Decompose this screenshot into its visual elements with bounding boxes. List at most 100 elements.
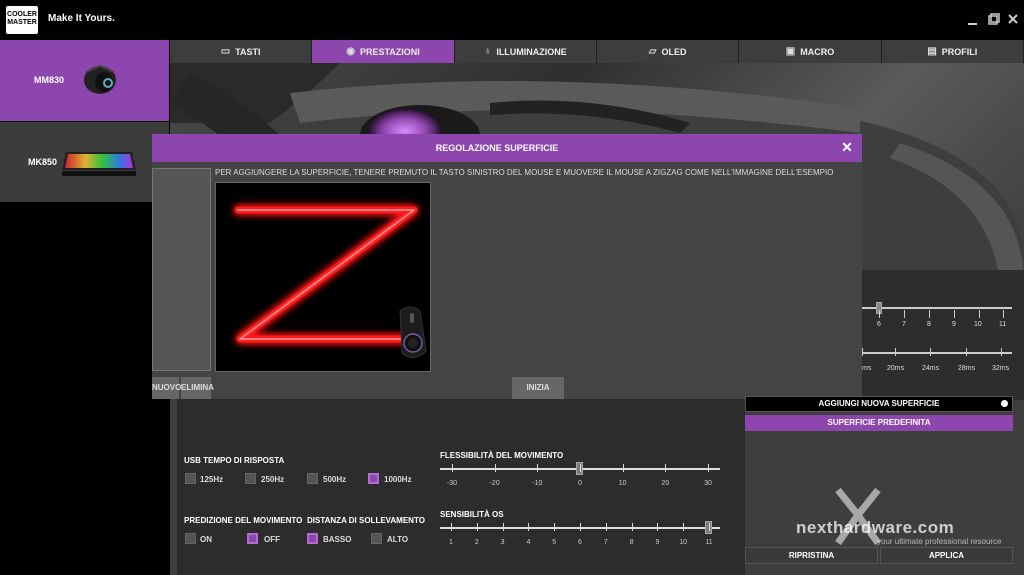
movement-flex-tick (537, 464, 539, 472)
movement-flex-tick (665, 464, 667, 472)
motion-prediction-label: PREDIZIONE DEL MOVIMENTO (184, 516, 303, 525)
tab-profili[interactable]: ▤ PROFILI (881, 40, 1024, 63)
movement-flex-tick (708, 464, 709, 472)
tick (1001, 348, 1002, 356)
checkbox-250hz[interactable] (245, 473, 256, 484)
lift-distance-label: DISTANZA DI SOLLEVAMENTO (307, 516, 425, 525)
right-slider-track[interactable] (862, 352, 1012, 354)
close-icon[interactable] (1006, 12, 1020, 26)
device-label: MK850 (28, 157, 58, 167)
add-surface-button[interactable]: AGGIUNGI NUOVA SUPERFICIE (745, 396, 1013, 412)
title-bar: COOLER MASTER Make It Yours. (0, 0, 1024, 40)
delete-surface-button[interactable]: ELIMINA (181, 377, 214, 399)
surface-calibration-dialog: REGOLAZIONE SUPERFICIE ✕ PER AGGIUNGERE … (152, 134, 862, 399)
tick-label: 9 (952, 321, 956, 328)
tab-label: PROFILI (941, 46, 978, 57)
os-sensitivity-tick (554, 523, 556, 531)
movement-flex-tick-label: 0 (578, 480, 582, 487)
tab-prestazioni[interactable]: ◉ PRESTAZIONI (312, 40, 455, 63)
tick-label: 8 (927, 321, 931, 328)
tick (979, 310, 980, 318)
tick (904, 310, 905, 318)
tick-label: 20ms (887, 365, 905, 372)
movement-flex-tick (452, 464, 453, 472)
checkbox-basso[interactable] (307, 533, 318, 544)
device-item-mk850[interactable]: MK850 (0, 122, 169, 202)
tick-label: ms (862, 365, 872, 372)
nexthardware-watermark: nexthardware.com your ultimate professio… (790, 485, 1015, 546)
movement-flex-tick-label: -30 (446, 480, 458, 487)
dialog-title: REGOLAZIONE SUPERFICIE (435, 143, 559, 153)
tick-label: 10 (974, 321, 982, 328)
performance-settings-panel: USB TEMPO DI RISPOSTA 125Hz 250Hz 500Hz … (177, 399, 745, 575)
add-icon (1001, 400, 1008, 407)
os-sensitivity-tick (476, 523, 478, 531)
movement-flex-tick (622, 464, 624, 472)
checkbox-off[interactable] (247, 533, 258, 544)
add-surface-label: AGGIUNGI NUOVA SUPERFICIE (818, 399, 940, 408)
checkbox-125hz[interactable] (185, 473, 196, 484)
option-label: 250Hz (261, 475, 285, 484)
tick-label: 24ms (922, 365, 940, 372)
movement-flex-tick-label: 30 (704, 480, 712, 487)
apply-button[interactable]: APPLICA (880, 547, 1013, 564)
os-sensitivity-tick (605, 523, 607, 531)
tab-macro[interactable]: ▣ MACRO (739, 40, 882, 63)
default-surface-button[interactable]: SUPERFICIE PREDEFINITA (745, 415, 1013, 431)
checkbox-alto[interactable] (371, 533, 382, 544)
os-sensitivity-tick (631, 523, 633, 531)
zigzag-example-icon (234, 206, 427, 358)
device-item-mm830[interactable]: MM830 (0, 40, 169, 121)
surface-list[interactable] (152, 168, 211, 371)
start-button[interactable]: INIZIA (512, 377, 564, 399)
tab-illuminazione[interactable]: ♁ ILLUMINAZIONE (454, 40, 597, 63)
bulb-icon: ♁ (483, 46, 492, 57)
device-list: MM830 MK850 (0, 40, 169, 575)
os-sensitivity-tick (657, 523, 659, 531)
os-sensitivity-tick (709, 523, 710, 531)
tick-label: 32ms (992, 365, 1010, 372)
watermark-tagline: your ultimate professional resource (877, 537, 1002, 546)
tick (895, 348, 896, 356)
tab-label: ILLUMINAZIONE (496, 46, 567, 57)
tab-tasti[interactable]: ▭ TASTI (170, 40, 313, 63)
speedometer-icon: ◉ (346, 46, 355, 57)
tick (1003, 310, 1004, 318)
macro-icon: ▣ (785, 46, 796, 57)
tab-bar: ▭ TASTI ◉ PRESTAZIONI ♁ ILLUMINAZIONE ▱ … (170, 40, 1024, 63)
option-label: 125Hz (200, 475, 224, 484)
cooler-master-logo: COOLER MASTER (6, 6, 38, 34)
movement-flex-tick (580, 464, 581, 472)
checkbox-1000hz[interactable] (368, 473, 379, 484)
oled-icon: ▱ (648, 46, 657, 57)
tab-label: MACRO (800, 46, 835, 57)
tick (966, 348, 967, 356)
os-sensitivity-tick-label: 11 (705, 539, 713, 546)
minimize-icon[interactable] (966, 12, 980, 26)
os-sensitivity-tick (528, 523, 530, 531)
close-icon[interactable]: ✕ (840, 140, 854, 154)
tagline: Make It Yours. (48, 13, 115, 24)
tab-oled[interactable]: ▱ OLED (596, 40, 740, 63)
checkbox-on[interactable] (185, 533, 196, 544)
option-label: ON (200, 535, 212, 544)
right-slider-track[interactable] (862, 307, 1012, 309)
restore-icon[interactable] (987, 12, 1001, 26)
tick (862, 348, 863, 356)
checkbox-500hz[interactable] (307, 473, 318, 484)
os-sensitivity-tick-label: 4 (526, 539, 531, 546)
right-settings-panel: 6 7 8 9 10 11 ms 20ms 24ms 28ms 32ms (862, 270, 1024, 400)
os-sensitivity-tick-label: 5 (552, 539, 557, 546)
movement-flex-tick-label: 10 (618, 480, 627, 487)
option-label: ALTO (387, 535, 409, 544)
tick-label: 28ms (958, 365, 976, 372)
mouse-icon (399, 306, 427, 358)
movement-flex-tick-label: -10 (532, 480, 543, 487)
instruction-text: PER AGGIUNGERE LA SUPERFICIE, TENERE PRE… (215, 168, 834, 177)
watermark-brand: nexthardware.com (796, 518, 955, 537)
reset-button[interactable]: RIPRISTINA (745, 547, 878, 564)
tick (879, 310, 880, 318)
movement-flex-tick (494, 464, 496, 472)
dialog-header: REGOLAZIONE SUPERFICIE ✕ (152, 134, 862, 162)
new-surface-button[interactable]: NUOVO (152, 377, 181, 399)
